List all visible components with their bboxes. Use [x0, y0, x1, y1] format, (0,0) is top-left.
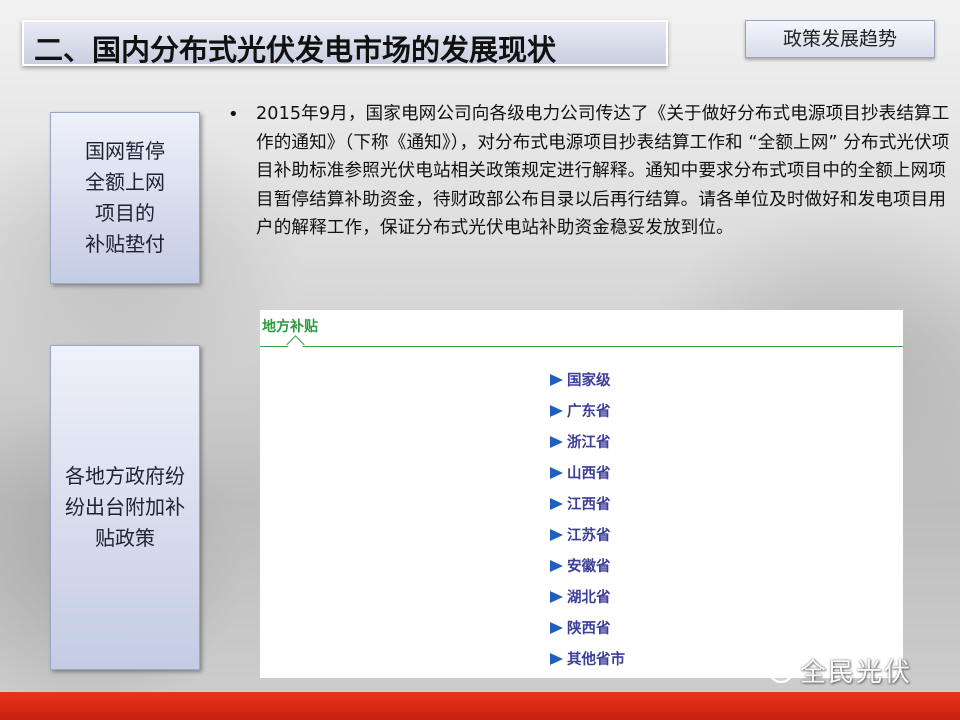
- side-box-text: 各地方政府纷 纷出台附加补 贴政策: [65, 464, 185, 550]
- caret-up-icon: [286, 335, 305, 354]
- province-list: 国家级广东省浙江省山西省江西省江苏省安徽省湖北省陕西省其他省市: [550, 364, 625, 674]
- province-item: 湖北省: [550, 581, 625, 612]
- province-label: 其他省市: [567, 652, 625, 668]
- footer-bar: [0, 692, 960, 720]
- province-item: 江苏省: [550, 519, 625, 550]
- arrow-right-icon: [550, 652, 563, 665]
- province-label: 江西省: [567, 497, 611, 513]
- side-box-text: 国网暂停 全额上网 项目的 补贴垫付: [85, 139, 165, 256]
- local-subsidy-panel: 地方补贴 国家级广东省浙江省山西省江西省江苏省安徽省湖北省陕西省其他省市: [260, 310, 903, 678]
- side-box-grid-suspension: 国网暂停 全额上网 项目的 补贴垫付: [50, 112, 200, 284]
- section-tag: 政策发展趋势: [745, 20, 935, 58]
- title-bar: 二、国内分布式光伏发电市场的发展现状: [22, 20, 668, 67]
- arrow-right-icon: [550, 466, 563, 479]
- province-item: 国家级: [550, 364, 625, 395]
- divider: [260, 346, 903, 347]
- province-item: 安徽省: [550, 550, 625, 581]
- side-box-local-policies: 各地方政府纷 纷出台附加补 贴政策: [50, 345, 200, 670]
- province-item: 山西省: [550, 457, 625, 488]
- arrow-right-icon: [550, 404, 563, 417]
- arrow-right-icon: [550, 528, 563, 541]
- watermark: 全民光伏: [758, 652, 912, 688]
- watermark-text: 全民光伏: [800, 657, 913, 688]
- arrow-right-icon: [550, 559, 563, 572]
- province-item: 其他省市: [550, 643, 625, 674]
- arrow-right-icon: [550, 621, 563, 634]
- province-item: 陕西省: [550, 612, 625, 643]
- province-item: 江西省: [550, 488, 625, 519]
- arrow-right-icon: [550, 435, 563, 448]
- arrow-right-icon: [550, 373, 563, 386]
- province-label: 江苏省: [567, 528, 611, 544]
- arrow-right-icon: [550, 497, 563, 510]
- bullet-text: 2015年9月，国家电网公司向各级电力公司传达了《关于做好分布式电源项目抄表结算…: [256, 104, 950, 238]
- province-item: 广东省: [550, 395, 625, 426]
- province-label: 广东省: [567, 404, 611, 420]
- province-item: 浙江省: [550, 426, 625, 457]
- page-title: 二、国内分布式光伏发电市场的发展现状: [34, 33, 557, 67]
- province-label: 山西省: [567, 466, 611, 482]
- local-subsidy-title: 地方补贴: [262, 319, 318, 335]
- province-label: 国家级: [567, 373, 611, 389]
- arrow-right-icon: [550, 590, 563, 603]
- bullet-icon: •: [228, 104, 239, 125]
- province-label: 安徽省: [567, 559, 611, 575]
- province-label: 湖北省: [567, 590, 611, 606]
- wechat-icon: [758, 655, 793, 684]
- province-label: 浙江省: [567, 435, 611, 451]
- province-label: 陕西省: [567, 621, 611, 637]
